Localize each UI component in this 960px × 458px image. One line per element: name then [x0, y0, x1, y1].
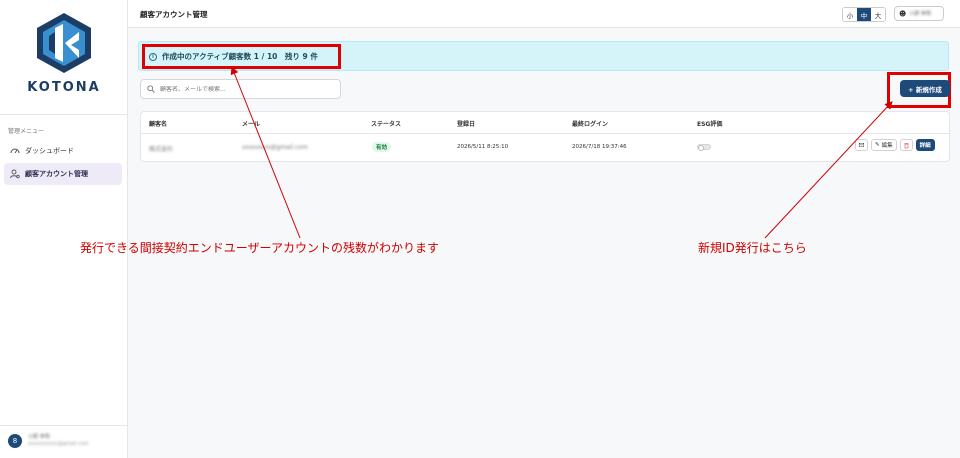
sidebar-item-label: ダッシュボード: [25, 147, 74, 155]
avatar[interactable]: 8: [8, 434, 22, 448]
cell-email: xxxxxxxx@gmail.com: [242, 144, 308, 151]
font-size-medium-button[interactable]: 中: [857, 8, 871, 21]
page-title: 顧客アカウント管理: [140, 10, 208, 19]
column-header-email: メール: [242, 121, 261, 128]
sidebar: KOTONA 管理メニュー ダッシュボード 顧客アカウント管理 8 小野 幸明 …: [0, 0, 128, 458]
search-icon: [147, 85, 155, 93]
sidebar-item-label: 顧客アカウント管理: [25, 170, 88, 178]
column-header-registered: 登録日: [457, 121, 476, 128]
sidebar-item-customer-accounts[interactable]: 顧客アカウント管理: [4, 163, 122, 185]
user-email: xxxxxxxxxx@gmail.com: [28, 441, 89, 447]
banner-text: 作成中のアクティブ顧客数 1 / 10 残り 9 件: [162, 52, 318, 61]
edit-label: 編集: [881, 143, 893, 149]
info-icon: i: [149, 52, 157, 61]
sidebar-divider: [0, 114, 128, 115]
column-header-esg: ESG評価: [697, 121, 723, 128]
user-menu-button[interactable]: ☻ 小野 幸明: [894, 6, 944, 21]
sidebar-bottom-divider: [0, 425, 128, 426]
logo-text: KOTONA: [27, 80, 101, 95]
cell-last-login: 2026/7/18 19:37:46: [572, 144, 627, 150]
detail-button[interactable]: 詳細: [915, 139, 935, 151]
annotation-remaining-accounts: 発行できる間接契約エンドユーザーアカウントの残数がわかります: [80, 241, 440, 255]
font-size-switcher: 小 中 大: [842, 7, 886, 22]
font-size-small-button[interactable]: 小: [843, 8, 857, 21]
header: 顧客アカウント管理 小 中 大 ☻ 小野 幸明: [128, 0, 960, 28]
sidebar-item-dashboard[interactable]: ダッシュボード: [4, 140, 122, 162]
row-actions: ✎ 編集 詳細: [855, 139, 935, 151]
delete-button[interactable]: [899, 139, 913, 151]
kotona-logo-icon: [37, 13, 91, 73]
font-size-large-button[interactable]: 大: [871, 8, 885, 21]
column-header-last-login: 最終ログイン: [572, 121, 609, 128]
mail-button[interactable]: [855, 139, 868, 151]
customer-table: 顧客名 メール ステータス 登録日 最終ログイン ESG評価 株式会社 xxxx…: [140, 111, 950, 162]
annotation-new-id: 新規ID発行はこちら: [698, 241, 807, 255]
banner-highlight: i 作成中のアクティブ顧客数 1 / 10 残り 9 件: [142, 44, 341, 69]
mail-icon: [859, 142, 864, 148]
pencil-icon: ✎: [875, 142, 880, 148]
search-box: [140, 79, 341, 99]
cell-registered-date: 2026/5/11 8:25:10: [457, 144, 509, 150]
cell-customer-name: 株式会社: [149, 146, 174, 153]
users-icon: [10, 169, 20, 179]
menu-title: 管理メニュー: [8, 128, 45, 135]
column-header-name: 顧客名: [149, 121, 168, 128]
dashboard-icon: [10, 148, 20, 154]
logo: KOTONA: [24, 12, 104, 102]
new-create-button[interactable]: + 新規作成: [900, 80, 950, 97]
user-name: 小野 幸明: [28, 434, 50, 440]
esg-toggle[interactable]: [697, 144, 711, 151]
trash-icon: [904, 142, 909, 148]
edit-button[interactable]: ✎ 編集: [871, 139, 897, 151]
column-header-status: ステータス: [371, 121, 402, 128]
table-header: 顧客名 メール ステータス 登録日 最終ログイン ESG評価: [141, 112, 949, 134]
search-input[interactable]: [160, 85, 330, 93]
user-circle-icon: ☻: [899, 9, 907, 18]
status-badge: 有効: [372, 142, 392, 152]
header-user-name: 小野 幸明: [909, 11, 931, 17]
active-customers-banner: i 作成中のアクティブ顧客数 1 / 10 残り 9 件: [138, 41, 949, 71]
